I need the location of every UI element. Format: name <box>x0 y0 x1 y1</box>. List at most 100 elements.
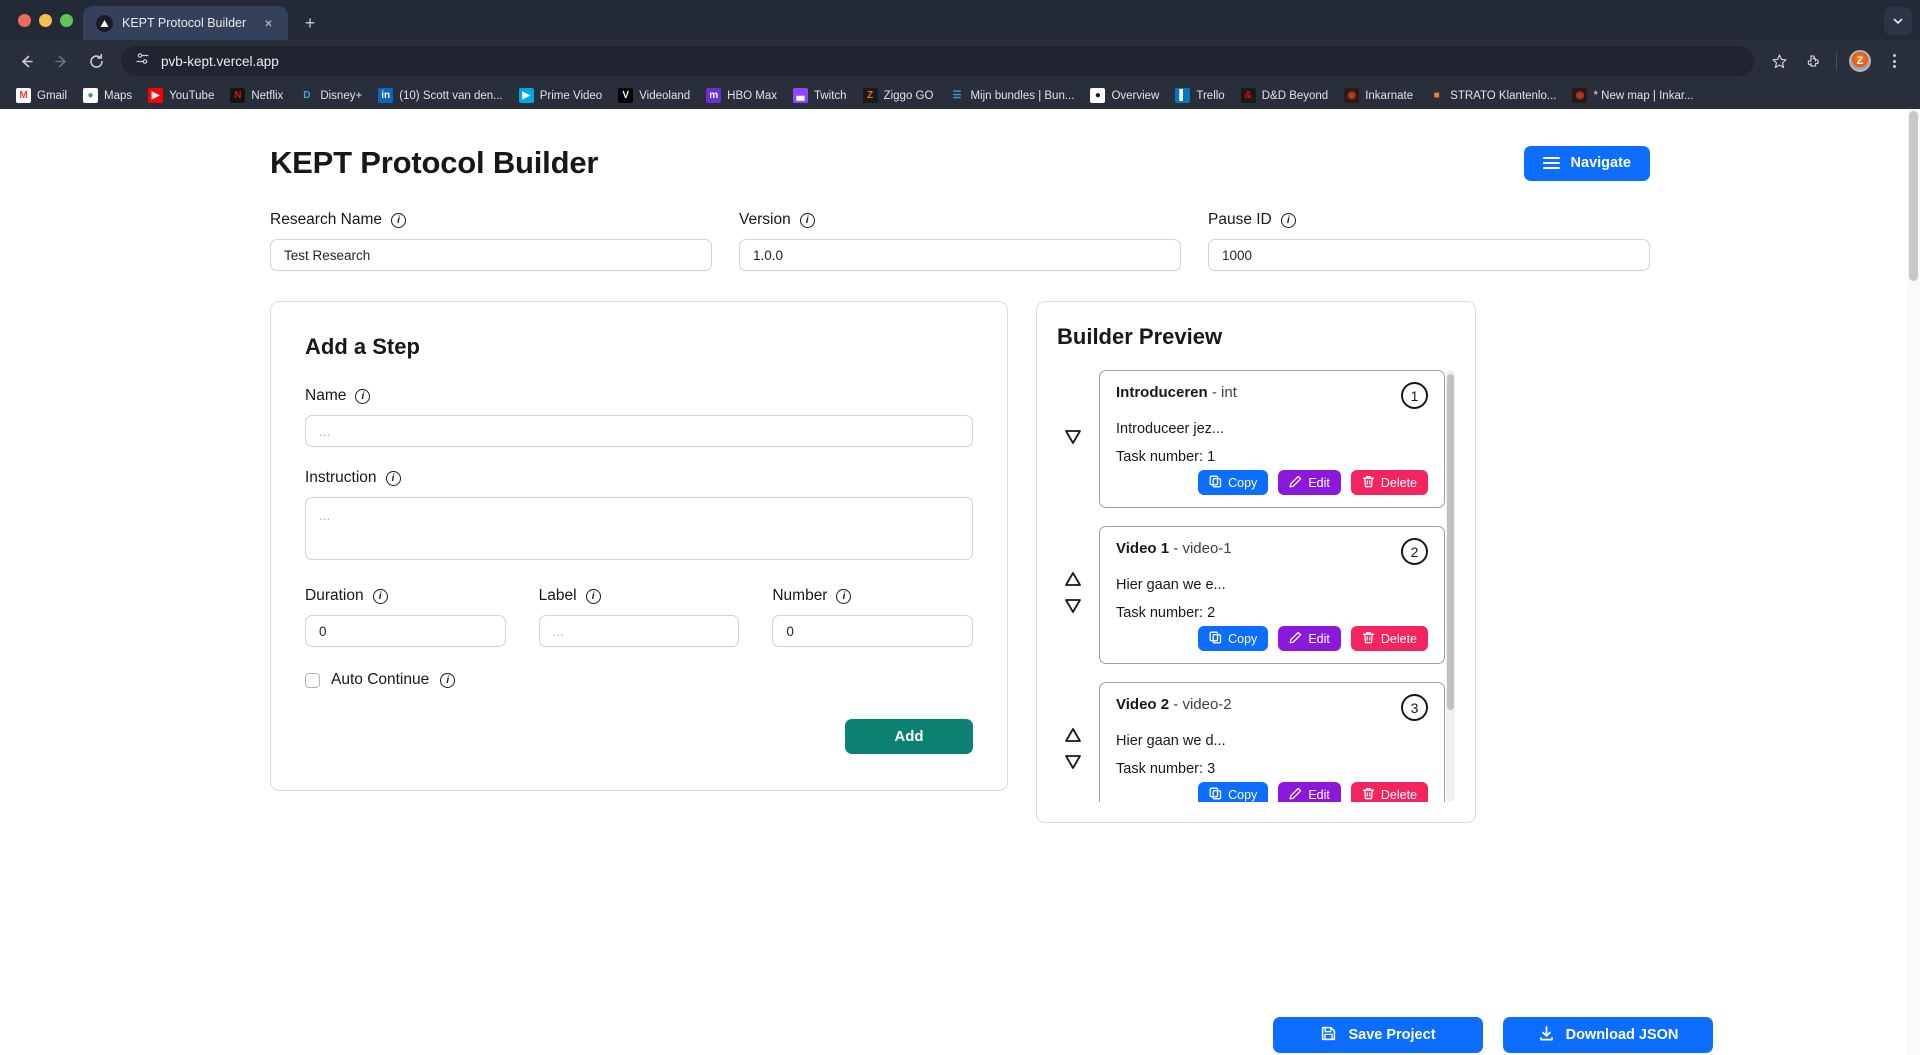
videoland-icon: V <box>618 88 634 103</box>
info-icon[interactable]: i <box>1280 212 1296 228</box>
minimize-window-button[interactable] <box>39 13 52 27</box>
move-step-down-button[interactable] <box>1062 597 1084 620</box>
move-step-up-button[interactable] <box>1062 570 1084 593</box>
bookmark-item[interactable]: ☰ Mijn bundles | Bun... <box>941 85 1082 107</box>
download-json-button[interactable]: Download JSON <box>1503 1017 1713 1053</box>
bookmark-item[interactable]: ◉ * New map | Inkar... <box>1564 85 1701 107</box>
toolbar-icons: Z <box>1763 45 1910 77</box>
name-field-group: Name i <box>305 387 973 447</box>
toolbar-divider <box>1836 52 1837 70</box>
bookmark-item[interactable]: M Gmail <box>8 85 75 107</box>
instruction-textarea[interactable] <box>305 497 973 560</box>
move-step-up-button[interactable] <box>1062 726 1084 749</box>
ziggo-profile-avatar[interactable]: Z <box>1844 45 1876 77</box>
bookmark-item[interactable]: D Disney+ <box>291 85 370 107</box>
preview-scrollbar-thumb[interactable] <box>1447 374 1454 710</box>
bookmark-item[interactable]: ■ STRATO Klantenlo... <box>1421 85 1564 107</box>
info-icon[interactable]: i <box>440 672 456 688</box>
bookmark-item[interactable]: V Videoland <box>610 85 698 107</box>
maximize-window-button[interactable] <box>60 13 73 27</box>
copy-label: Copy <box>1228 787 1258 802</box>
preview-step-card[interactable]: Introduceren - int 1 Introduceer jez... Tas… <box>1099 370 1445 508</box>
github-icon: ● <box>1090 88 1106 103</box>
bookmark-item[interactable]: ▶ YouTube <box>140 85 222 107</box>
pencil-icon <box>1289 787 1302 803</box>
info-icon[interactable]: i <box>799 212 815 228</box>
step-name-row: Video 2 - video-2 <box>1116 696 1232 713</box>
info-icon[interactable]: i <box>391 212 406 228</box>
bookmark-item[interactable]: Z Ziggo GO <box>855 85 942 107</box>
meta-field-input[interactable] <box>739 239 1181 271</box>
page-title: KEPT Protocol Builder <box>270 145 599 180</box>
hbo-max-icon: m <box>706 88 722 103</box>
bookmark-item[interactable]: N Netflix <box>222 85 291 107</box>
copy-step-button[interactable]: Copy <box>1198 626 1269 651</box>
close-tab-icon[interactable]: × <box>260 15 277 32</box>
name-label: Name <box>305 387 347 404</box>
page-scrollbar[interactable] <box>1907 109 1920 1055</box>
move-down-triangle-icon <box>1065 429 1081 444</box>
task-number-value: 2 <box>1207 605 1216 621</box>
bookmark-item[interactable]: ▌ Trello <box>1167 85 1232 107</box>
delete-step-button[interactable]: Delete <box>1350 626 1428 651</box>
site-settings-icon[interactable] <box>135 51 150 71</box>
bookmark-item[interactable]: ▃ Twitch <box>785 85 855 107</box>
info-icon[interactable]: i <box>355 388 371 404</box>
bookmark-item[interactable]: in (10) Scott van den... <box>370 85 511 107</box>
preview-scrollbar[interactable] <box>1446 370 1455 802</box>
browser-tab[interactable]: KEPT Protocol Builder × <box>83 6 288 40</box>
page-header: KEPT Protocol Builder Navigate <box>270 145 1650 181</box>
add-step-button[interactable]: Add <box>845 719 973 754</box>
address-bar[interactable]: pvb-kept.vercel.app <box>121 46 1754 76</box>
step-order-badge: 1 <box>1401 382 1428 409</box>
meta-field-group: Version i <box>739 211 1181 271</box>
copy-step-button[interactable]: Copy <box>1198 782 1269 802</box>
duration-input[interactable] <box>305 615 506 647</box>
bookmark-item[interactable]: & D&D Beyond <box>1233 85 1336 107</box>
delete-step-button[interactable]: Delete <box>1350 470 1428 495</box>
download-icon <box>1538 1025 1555 1046</box>
edit-step-button[interactable]: Edit <box>1278 626 1341 651</box>
name-input[interactable] <box>305 415 973 447</box>
bookmark-item[interactable]: ◉ Inkarnate <box>1336 85 1421 107</box>
back-arrow-icon[interactable] <box>10 45 42 77</box>
task-number-prefix: Task number: <box>1116 761 1204 777</box>
bookmark-label: Overview <box>1111 89 1160 102</box>
edit-step-button[interactable]: Edit <box>1278 470 1341 495</box>
copy-step-button[interactable]: Copy <box>1198 470 1269 495</box>
extensions-puzzle-icon[interactable] <box>1797 45 1829 77</box>
new-tab-button[interactable]: + <box>296 9 324 37</box>
move-step-down-button[interactable] <box>1062 753 1084 776</box>
label-input[interactable] <box>538 615 740 647</box>
chevron-down-icon[interactable] <box>1884 7 1912 35</box>
save-project-button[interactable]: Save Project <box>1273 1017 1483 1053</box>
info-icon[interactable]: i <box>385 470 401 486</box>
bookmark-item[interactable]: ▶ Prime Video <box>511 85 610 107</box>
delete-step-button[interactable]: Delete <box>1350 782 1428 802</box>
preview-step-card[interactable]: Video 1 - video-1 2 Hier gaan we e... Task … <box>1099 526 1445 664</box>
close-window-button[interactable] <box>18 13 31 27</box>
preview-steps-scroll[interactable]: Introduceren - int 1 Introduceer jez... Tas… <box>1057 370 1455 802</box>
page-scrollbar-thumb[interactable] <box>1909 111 1918 281</box>
reload-icon[interactable] <box>80 45 112 77</box>
forward-arrow-icon[interactable] <box>45 45 77 77</box>
number-input[interactable] <box>772 615 974 647</box>
meta-field-input[interactable] <box>270 239 712 271</box>
bookmark-item[interactable]: ● Maps <box>75 85 140 107</box>
edit-step-button[interactable]: Edit <box>1278 782 1341 802</box>
bookmark-item[interactable]: ● Overview <box>1082 85 1167 107</box>
label-label: Label <box>538 587 577 604</box>
bookmark-label: Disney+ <box>320 89 363 102</box>
navigate-button[interactable]: Navigate <box>1523 145 1650 181</box>
step-name-row: Video 1 - video-1 <box>1116 540 1232 557</box>
bookmark-item[interactable]: m HBO Max <box>698 85 785 107</box>
preview-step-card[interactable]: Video 2 - video-2 3 Hier gaan we d... Task … <box>1099 682 1445 802</box>
auto-continue-checkbox[interactable] <box>305 672 320 688</box>
info-icon[interactable]: i <box>372 588 388 604</box>
info-icon[interactable]: i <box>836 588 852 604</box>
meta-field-input[interactable] <box>1208 239 1650 271</box>
star-icon[interactable] <box>1763 45 1795 77</box>
kebab-menu-icon[interactable] <box>1878 45 1910 77</box>
move-step-down-button[interactable] <box>1062 428 1084 451</box>
info-icon[interactable]: i <box>585 588 601 604</box>
